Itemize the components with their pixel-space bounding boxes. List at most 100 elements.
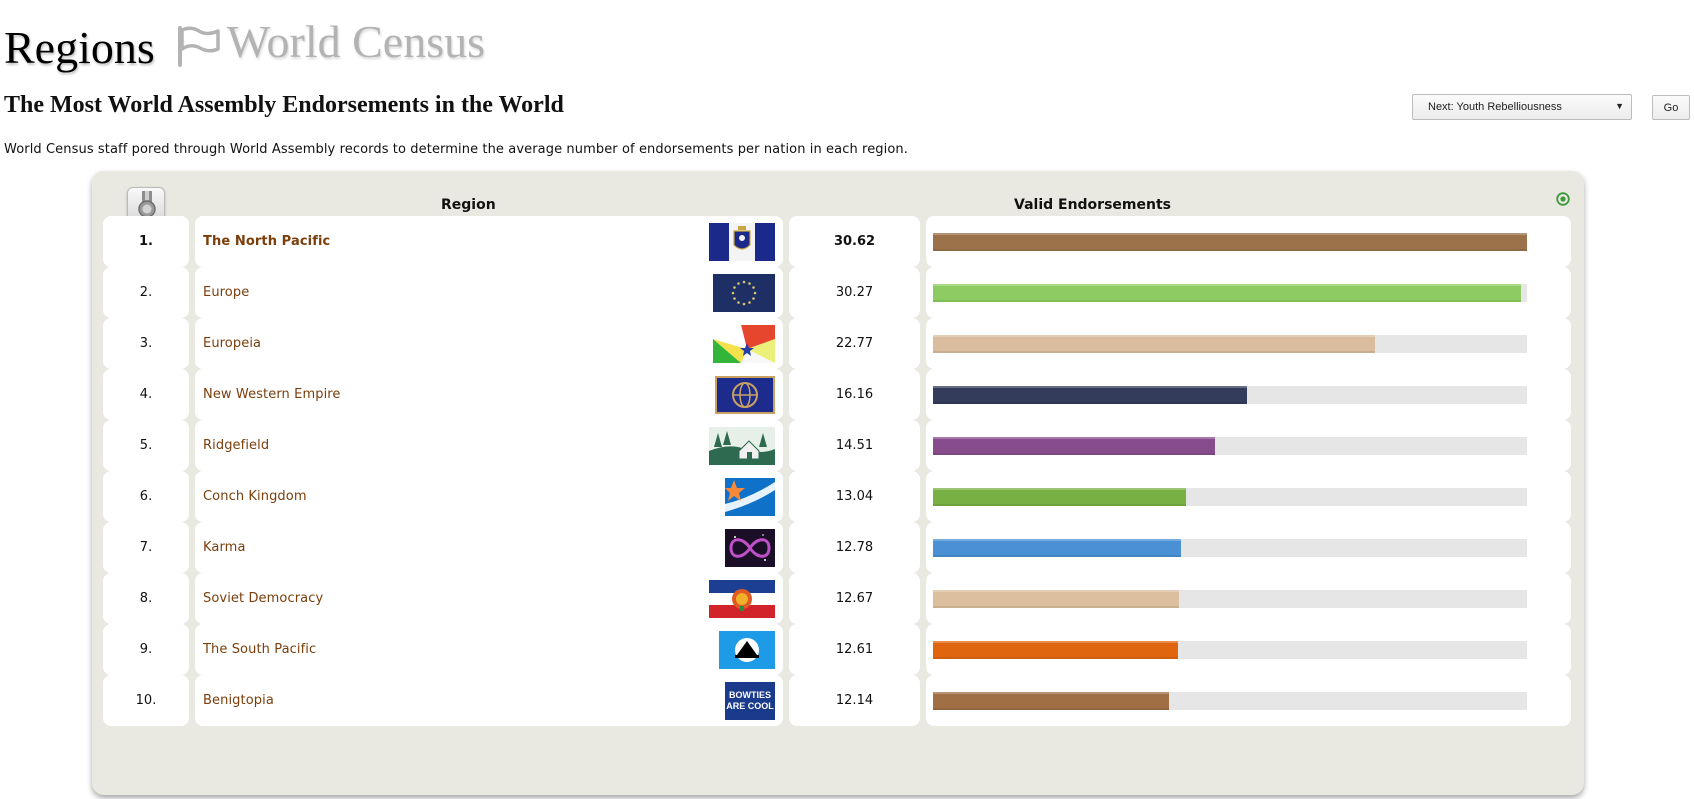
bar-fill bbox=[933, 641, 1178, 659]
endorsement-value: 13.04 bbox=[789, 471, 920, 522]
region-link[interactable]: New Western Empire bbox=[203, 387, 341, 402]
region-flag[interactable] bbox=[709, 578, 775, 619]
table-row: 10. Benigtopia BOWTIES ARE COOL 12.14 bbox=[103, 675, 1571, 726]
endorsement-value: 30.27 bbox=[789, 267, 920, 318]
bar-fill bbox=[933, 335, 1375, 353]
bar-fill bbox=[933, 488, 1186, 506]
region-link[interactable]: Europe bbox=[203, 285, 249, 300]
table-row: 1. The North Pacific 30.62 bbox=[103, 216, 1571, 267]
rank: 1. bbox=[103, 216, 189, 267]
bar-cell bbox=[926, 675, 1571, 726]
bar-cell bbox=[926, 369, 1571, 420]
rank: 2. bbox=[103, 267, 189, 318]
endorsement-value: 30.62 bbox=[789, 216, 920, 267]
region-cell: Benigtopia BOWTIES ARE COOL bbox=[195, 675, 783, 726]
table-row: 3. Europeia 22.77 bbox=[103, 318, 1571, 369]
bar-track bbox=[933, 692, 1527, 710]
census-description: World Census staff pored through World A… bbox=[4, 142, 908, 157]
bar-track bbox=[933, 386, 1527, 404]
table-row: 5. Ridgefield 14.51 bbox=[103, 420, 1571, 471]
table-row: 7. Karma 12.78 bbox=[103, 522, 1571, 573]
endorsement-value: 12.67 bbox=[789, 573, 920, 624]
bar-fill bbox=[933, 590, 1179, 608]
region-cell: The North Pacific bbox=[195, 216, 783, 267]
bar-track bbox=[933, 437, 1527, 455]
collapse-toggle-icon[interactable] bbox=[1556, 192, 1570, 206]
region-flag[interactable] bbox=[709, 425, 775, 466]
flag-text: BOWTIES ARE COOL bbox=[725, 681, 775, 720]
table-row: 6. Conch Kingdom 13.04 bbox=[103, 471, 1571, 522]
bar-cell bbox=[926, 624, 1571, 675]
dropdown-arrow-icon: ▼ bbox=[1615, 101, 1624, 111]
bar-track bbox=[933, 233, 1527, 251]
region-link[interactable]: Benigtopia bbox=[203, 693, 274, 708]
table-row: 4. New Western Empire 16.16 bbox=[103, 369, 1571, 420]
rank: 7. bbox=[103, 522, 189, 573]
region-link[interactable]: The North Pacific bbox=[203, 234, 330, 249]
bar-cell bbox=[926, 573, 1571, 624]
region-flag[interactable] bbox=[713, 272, 775, 313]
region-cell: Ridgefield bbox=[195, 420, 783, 471]
region-flag[interactable] bbox=[719, 629, 775, 670]
endorsement-value: 22.77 bbox=[789, 318, 920, 369]
rank: 3. bbox=[103, 318, 189, 369]
world-census-link[interactable]: World Census bbox=[175, 14, 485, 70]
region-link[interactable]: Conch Kingdom bbox=[203, 489, 307, 504]
endorsement-value: 12.61 bbox=[789, 624, 920, 675]
region-cell: New Western Empire bbox=[195, 369, 783, 420]
region-flag[interactable] bbox=[713, 323, 775, 364]
endorsement-value: 16.16 bbox=[789, 369, 920, 420]
next-census-select[interactable]: Next: Youth Rebelliousness ▼ bbox=[1412, 94, 1632, 120]
region-flag[interactable] bbox=[715, 374, 775, 415]
table-row: 2. Europe 30.27 bbox=[103, 267, 1571, 318]
rank: 6. bbox=[103, 471, 189, 522]
bar-fill bbox=[933, 692, 1169, 710]
census-rankings-table: Region Valid Endorsements 1. The North Pa… bbox=[92, 171, 1584, 795]
go-button[interactable]: Go bbox=[1652, 95, 1690, 120]
bar-fill bbox=[933, 284, 1521, 302]
bar-track bbox=[933, 590, 1527, 608]
page-header: Regions World Census bbox=[4, 14, 485, 73]
bar-cell bbox=[926, 267, 1571, 318]
region-link[interactable]: Ridgefield bbox=[203, 438, 269, 453]
bar-cell bbox=[926, 216, 1571, 267]
table-row: 9. The South Pacific 12.61 bbox=[103, 624, 1571, 675]
region-column-header: Region bbox=[441, 197, 496, 213]
bar-fill bbox=[933, 437, 1215, 455]
region-flag[interactable]: BOWTIES ARE COOL bbox=[725, 680, 775, 721]
region-link[interactable]: Soviet Democracy bbox=[203, 591, 323, 606]
bar-fill bbox=[933, 233, 1527, 251]
census-heading: The Most World Assembly Endorsements in … bbox=[4, 92, 564, 118]
region-cell: Europe bbox=[195, 267, 783, 318]
bar-cell bbox=[926, 318, 1571, 369]
table-row: 8. Soviet Democracy 12.67 bbox=[103, 573, 1571, 624]
endorsement-value: 12.14 bbox=[789, 675, 920, 726]
flag-outline-icon bbox=[177, 26, 220, 67]
region-flag[interactable] bbox=[725, 476, 775, 517]
region-link[interactable]: Karma bbox=[203, 540, 246, 555]
region-flag[interactable] bbox=[725, 527, 775, 568]
next-census-value: Next: Youth Rebelliousness bbox=[1428, 101, 1562, 113]
region-cell: Karma bbox=[195, 522, 783, 573]
region-link[interactable]: The South Pacific bbox=[203, 642, 316, 657]
bar-track bbox=[933, 641, 1527, 659]
rank: 5. bbox=[103, 420, 189, 471]
region-cell: The South Pacific bbox=[195, 624, 783, 675]
bar-cell bbox=[926, 471, 1571, 522]
bar-cell bbox=[926, 420, 1571, 471]
world-census-label: World Census bbox=[226, 16, 486, 67]
region-cell: Conch Kingdom bbox=[195, 471, 783, 522]
page-title: Regions bbox=[4, 22, 155, 73]
bar-track bbox=[933, 539, 1527, 557]
bar-track bbox=[933, 284, 1527, 302]
rank: 9. bbox=[103, 624, 189, 675]
endorsement-value: 12.78 bbox=[789, 522, 920, 573]
bar-fill bbox=[933, 386, 1247, 404]
bar-fill bbox=[933, 539, 1181, 557]
rank: 8. bbox=[103, 573, 189, 624]
region-link[interactable]: Europeia bbox=[203, 336, 261, 351]
region-flag[interactable] bbox=[709, 221, 775, 262]
bar-track bbox=[933, 488, 1527, 506]
region-cell: Soviet Democracy bbox=[195, 573, 783, 624]
region-cell: Europeia bbox=[195, 318, 783, 369]
